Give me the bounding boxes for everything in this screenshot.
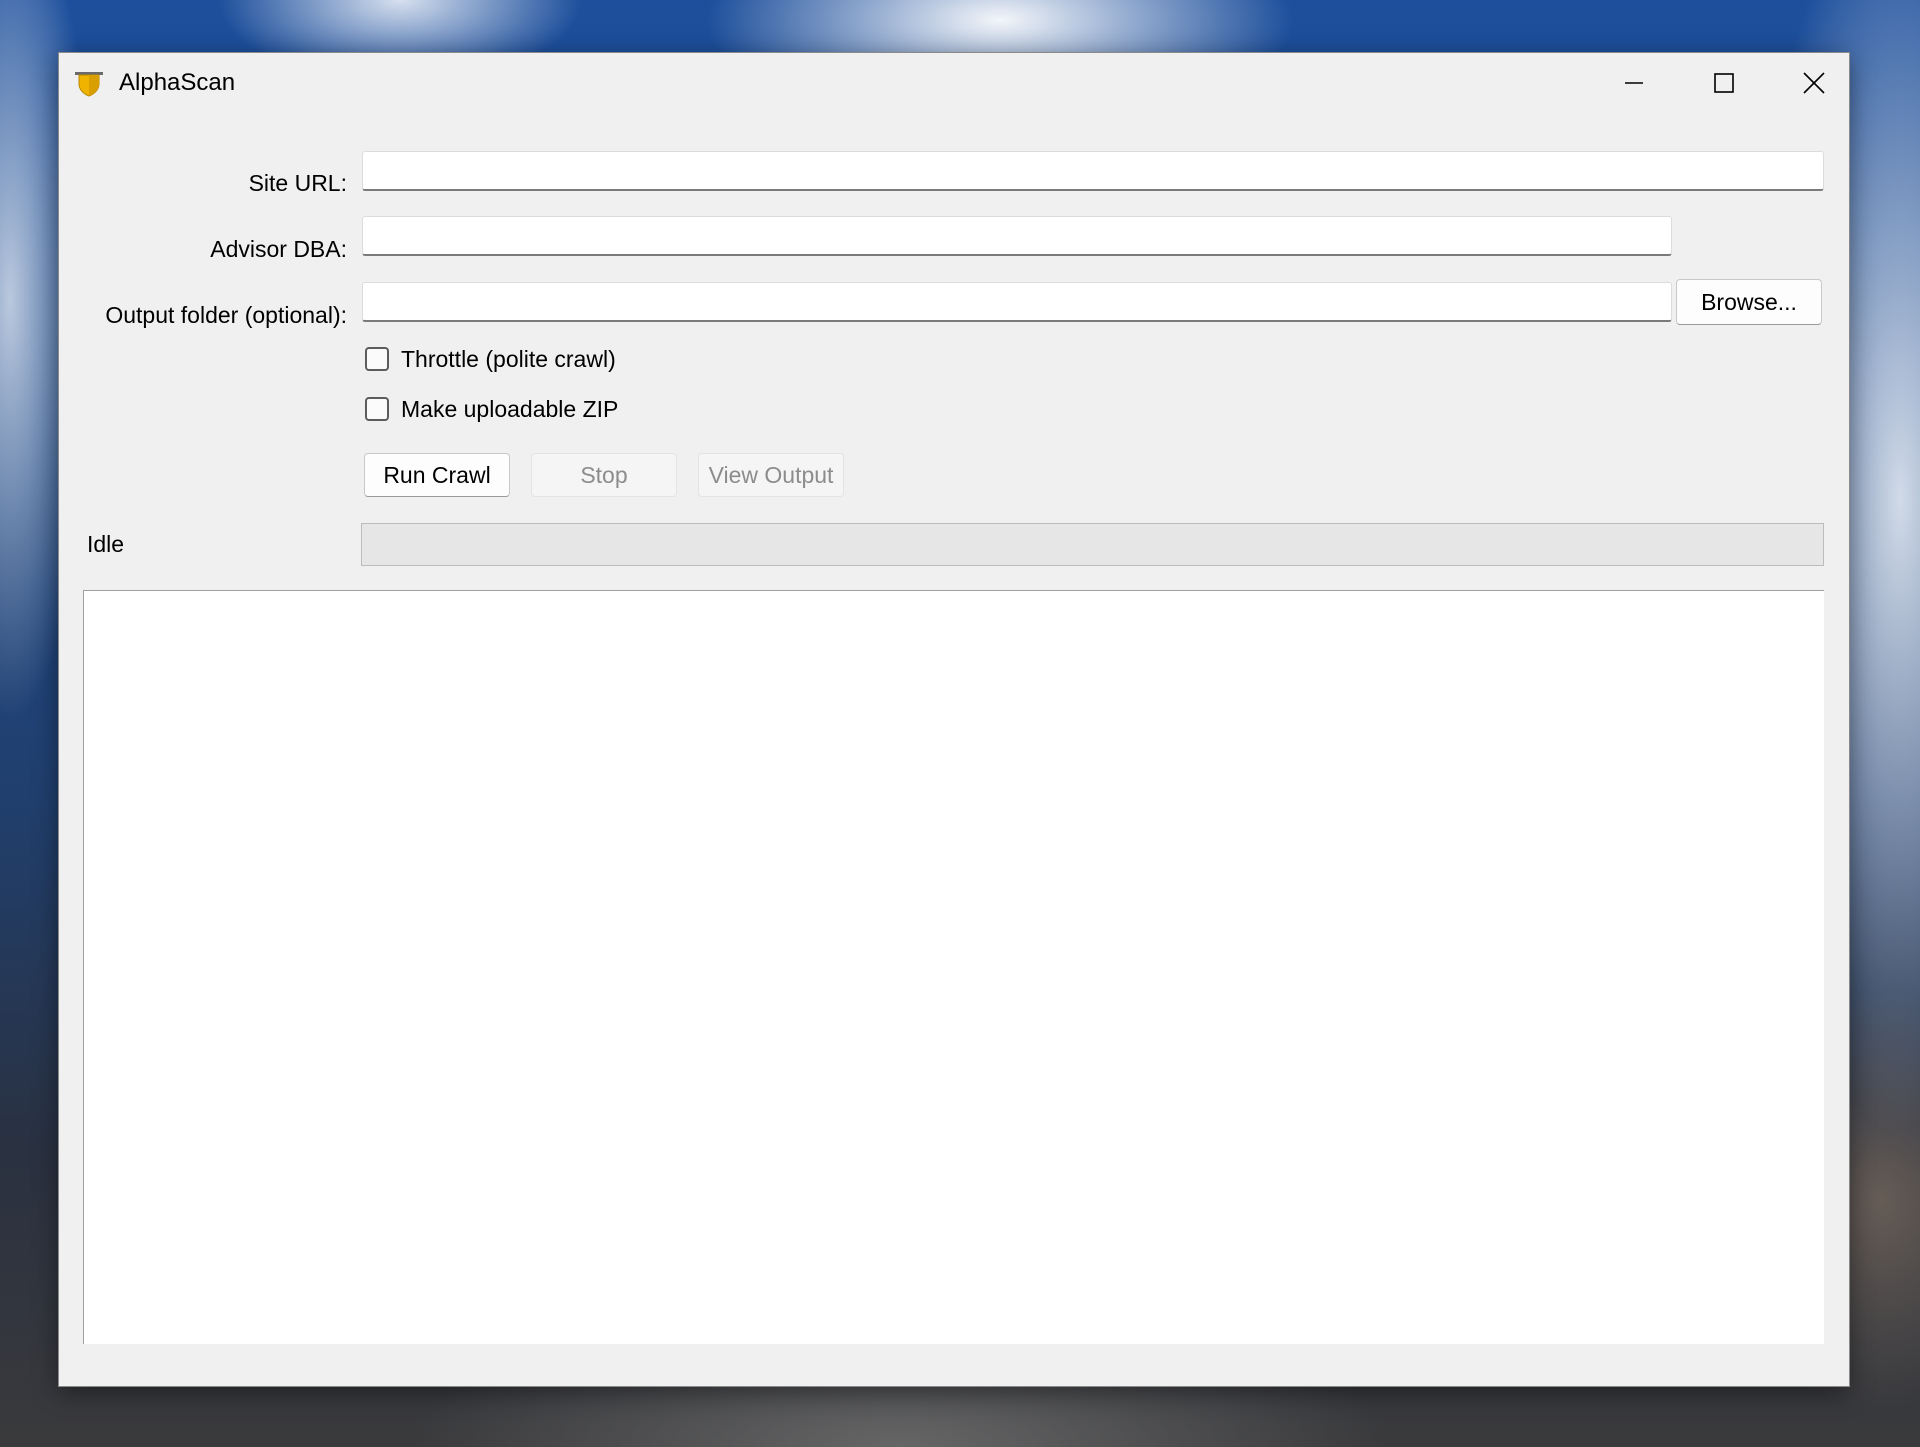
run-crawl-button[interactable]: Run Crawl xyxy=(364,453,510,497)
minimize-icon xyxy=(1625,82,1643,84)
browse-button[interactable]: Browse... xyxy=(1676,279,1822,325)
site-url-label: Site URL: xyxy=(248,170,347,196)
output-folder-input[interactable] xyxy=(362,282,1672,322)
close-icon xyxy=(1803,72,1825,94)
status-text: Idle xyxy=(87,531,125,557)
stop-button[interactable]: Stop xyxy=(531,453,677,497)
zip-checkbox-label: Make uploadable ZIP xyxy=(401,396,619,422)
throttle-checkbox[interactable] xyxy=(365,347,389,371)
zip-option[interactable]: Make uploadable ZIP xyxy=(365,395,618,423)
advisor-dba-input[interactable] xyxy=(362,216,1672,256)
maximize-icon xyxy=(1714,73,1734,93)
maximize-button[interactable] xyxy=(1679,53,1769,113)
progress-bar xyxy=(361,523,1824,566)
title-bar[interactable]: AlphaScan xyxy=(59,53,1849,113)
app-window: AlphaScan Site URL: Advisor DBA: Output … xyxy=(59,53,1849,1386)
throttle-checkbox-label: Throttle (polite crawl) xyxy=(401,346,616,372)
output-folder-label: Output folder (optional): xyxy=(105,302,347,328)
zip-checkbox[interactable] xyxy=(365,397,389,421)
view-output-button[interactable]: View Output xyxy=(698,453,844,497)
throttle-option[interactable]: Throttle (polite crawl) xyxy=(365,345,616,373)
shield-icon xyxy=(75,72,103,97)
window-title: AlphaScan xyxy=(119,69,236,96)
site-url-input[interactable] xyxy=(362,151,1824,191)
advisor-dba-label: Advisor DBA: xyxy=(210,236,347,262)
minimize-button[interactable] xyxy=(1589,53,1679,113)
close-button[interactable] xyxy=(1769,53,1859,113)
log-output-area[interactable] xyxy=(83,590,1824,1344)
